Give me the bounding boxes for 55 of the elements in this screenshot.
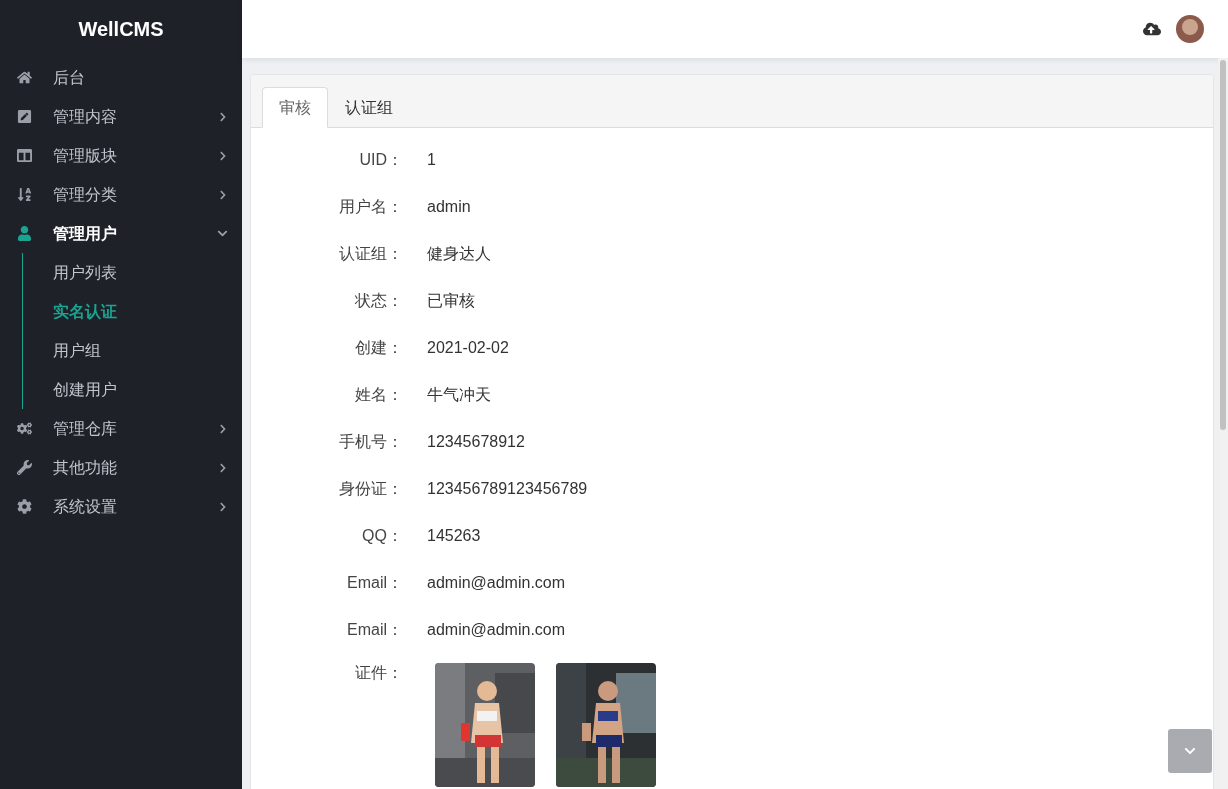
field-value: 123456789123456789 [427, 478, 588, 499]
sidebar-subitem[interactable]: 用户组 [23, 331, 242, 370]
sidebar-item[interactable]: 管理仓库 [0, 409, 242, 448]
sidebar-item[interactable]: 其他功能 [0, 448, 242, 487]
field-value: 145263 [427, 525, 481, 546]
home-icon [17, 70, 32, 85]
field-value: 1 [427, 149, 436, 170]
sort-icon [17, 187, 32, 202]
chevron-right-icon [218, 462, 228, 473]
sidebar-item[interactable]: 管理用户 [0, 214, 242, 253]
sidebar-item[interactable]: 后台 [0, 58, 242, 97]
sidebar-subitem[interactable]: 创建用户 [23, 370, 242, 409]
chevron-down-icon [1184, 745, 1196, 757]
sidebar-item[interactable]: 管理分类 [0, 175, 242, 214]
settings-icon [17, 499, 32, 514]
chevron-down-icon [217, 228, 228, 239]
sidebar-subitem[interactable]: 用户列表 [23, 253, 242, 292]
gears-icon [17, 421, 32, 436]
sidebar-subitem[interactable]: 实名认证 [23, 292, 242, 331]
field-label: 状态： [354, 290, 403, 311]
field-value: 健身达人 [427, 243, 491, 264]
field-label: 身份证： [338, 478, 403, 499]
field-label: Email： [346, 572, 403, 593]
wrench-icon [17, 460, 32, 475]
user-icon [17, 226, 32, 241]
field-value: admin@admin.com [427, 572, 566, 593]
field-value: 已审核 [427, 290, 475, 311]
field-label: 姓名： [354, 384, 403, 405]
cloud-upload-icon[interactable] [1143, 20, 1161, 38]
brand-logo[interactable]: WellCMS [78, 14, 164, 44]
field-label: 创建： [354, 337, 403, 358]
field-value: 12345678912 [427, 431, 525, 452]
tab[interactable]: 审核 [262, 87, 328, 128]
field-label: 用户名： [338, 196, 403, 217]
chevron-right-icon [218, 150, 228, 161]
chevron-right-icon [218, 423, 228, 434]
chevron-right-icon [218, 501, 228, 512]
field-label: Email： [346, 619, 403, 640]
columns-icon [17, 148, 32, 163]
field-value: 2021-02-02 [427, 337, 509, 358]
avatar[interactable] [1176, 15, 1204, 43]
chevron-right-icon [218, 111, 228, 122]
chevron-right-icon [218, 189, 228, 200]
field-label: 手机号： [338, 431, 403, 452]
tab[interactable]: 认证组 [328, 87, 410, 128]
field-value: admin [427, 196, 471, 217]
sidebar-item[interactable]: 管理内容 [0, 97, 242, 136]
sidebar-item[interactable]: 管理版块 [0, 136, 242, 175]
field-value: admin@admin.com [427, 619, 566, 640]
field-label: 认证组： [338, 243, 403, 264]
field-label: 证件： [354, 663, 403, 683]
field-label: UID： [358, 149, 403, 170]
field-value: 牛气冲天 [427, 384, 491, 405]
sidebar-item[interactable]: 系统设置 [0, 487, 242, 526]
field-label: QQ： [361, 525, 403, 546]
